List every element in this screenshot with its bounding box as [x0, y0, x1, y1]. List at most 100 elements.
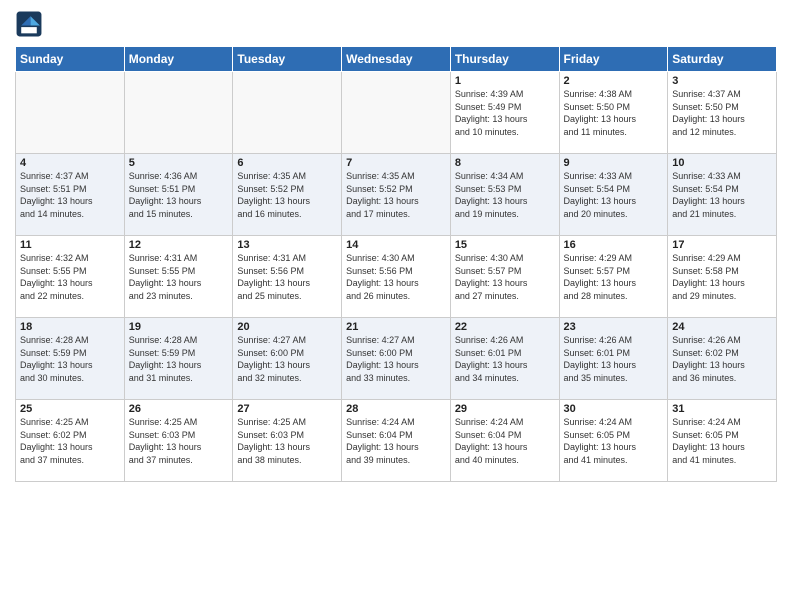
day-info: Sunrise: 4:27 AM Sunset: 6:00 PM Dayligh… — [237, 334, 337, 384]
calendar-cell: 2Sunrise: 4:38 AM Sunset: 5:50 PM Daylig… — [559, 72, 668, 154]
day-number: 7 — [346, 157, 446, 169]
day-info: Sunrise: 4:27 AM Sunset: 6:00 PM Dayligh… — [346, 334, 446, 384]
day-info: Sunrise: 4:25 AM Sunset: 6:02 PM Dayligh… — [20, 416, 120, 466]
calendar-cell: 11Sunrise: 4:32 AM Sunset: 5:55 PM Dayli… — [16, 236, 125, 318]
day-info: Sunrise: 4:33 AM Sunset: 5:54 PM Dayligh… — [672, 170, 772, 220]
day-number: 15 — [455, 239, 555, 251]
weekday-header: Tuesday — [233, 47, 342, 72]
calendar-cell: 5Sunrise: 4:36 AM Sunset: 5:51 PM Daylig… — [124, 154, 233, 236]
day-number: 5 — [129, 157, 229, 169]
day-info: Sunrise: 4:26 AM Sunset: 6:01 PM Dayligh… — [564, 334, 664, 384]
calendar-cell — [124, 72, 233, 154]
day-number: 9 — [564, 157, 664, 169]
day-number: 13 — [237, 239, 337, 251]
weekday-header: Sunday — [16, 47, 125, 72]
day-info: Sunrise: 4:26 AM Sunset: 6:02 PM Dayligh… — [672, 334, 772, 384]
day-info: Sunrise: 4:34 AM Sunset: 5:53 PM Dayligh… — [455, 170, 555, 220]
day-info: Sunrise: 4:39 AM Sunset: 5:49 PM Dayligh… — [455, 88, 555, 138]
day-info: Sunrise: 4:29 AM Sunset: 5:57 PM Dayligh… — [564, 252, 664, 302]
day-number: 20 — [237, 321, 337, 333]
calendar-cell — [233, 72, 342, 154]
logo-icon — [15, 10, 43, 38]
day-info: Sunrise: 4:31 AM Sunset: 5:56 PM Dayligh… — [237, 252, 337, 302]
calendar-cell: 10Sunrise: 4:33 AM Sunset: 5:54 PM Dayli… — [668, 154, 777, 236]
calendar-week-row: 25Sunrise: 4:25 AM Sunset: 6:02 PM Dayli… — [16, 400, 777, 482]
day-number: 30 — [564, 403, 664, 415]
calendar-cell: 28Sunrise: 4:24 AM Sunset: 6:04 PM Dayli… — [342, 400, 451, 482]
calendar-cell: 18Sunrise: 4:28 AM Sunset: 5:59 PM Dayli… — [16, 318, 125, 400]
day-number: 24 — [672, 321, 772, 333]
calendar-cell: 17Sunrise: 4:29 AM Sunset: 5:58 PM Dayli… — [668, 236, 777, 318]
day-number: 28 — [346, 403, 446, 415]
day-info: Sunrise: 4:28 AM Sunset: 5:59 PM Dayligh… — [129, 334, 229, 384]
weekday-header: Saturday — [668, 47, 777, 72]
day-info: Sunrise: 4:37 AM Sunset: 5:50 PM Dayligh… — [672, 88, 772, 138]
calendar-cell: 4Sunrise: 4:37 AM Sunset: 5:51 PM Daylig… — [16, 154, 125, 236]
day-number: 25 — [20, 403, 120, 415]
calendar-cell: 22Sunrise: 4:26 AM Sunset: 6:01 PM Dayli… — [450, 318, 559, 400]
calendar-cell — [16, 72, 125, 154]
day-number: 14 — [346, 239, 446, 251]
calendar-cell: 30Sunrise: 4:24 AM Sunset: 6:05 PM Dayli… — [559, 400, 668, 482]
day-number: 18 — [20, 321, 120, 333]
calendar: SundayMondayTuesdayWednesdayThursdayFrid… — [15, 46, 777, 482]
day-info: Sunrise: 4:24 AM Sunset: 6:05 PM Dayligh… — [672, 416, 772, 466]
calendar-cell: 26Sunrise: 4:25 AM Sunset: 6:03 PM Dayli… — [124, 400, 233, 482]
calendar-cell: 25Sunrise: 4:25 AM Sunset: 6:02 PM Dayli… — [16, 400, 125, 482]
day-number: 1 — [455, 75, 555, 87]
calendar-cell: 12Sunrise: 4:31 AM Sunset: 5:55 PM Dayli… — [124, 236, 233, 318]
calendar-week-row: 11Sunrise: 4:32 AM Sunset: 5:55 PM Dayli… — [16, 236, 777, 318]
calendar-cell: 1Sunrise: 4:39 AM Sunset: 5:49 PM Daylig… — [450, 72, 559, 154]
calendar-cell: 16Sunrise: 4:29 AM Sunset: 5:57 PM Dayli… — [559, 236, 668, 318]
day-info: Sunrise: 4:25 AM Sunset: 6:03 PM Dayligh… — [237, 416, 337, 466]
weekday-header: Monday — [124, 47, 233, 72]
calendar-cell: 31Sunrise: 4:24 AM Sunset: 6:05 PM Dayli… — [668, 400, 777, 482]
day-info: Sunrise: 4:35 AM Sunset: 5:52 PM Dayligh… — [346, 170, 446, 220]
calendar-week-row: 1Sunrise: 4:39 AM Sunset: 5:49 PM Daylig… — [16, 72, 777, 154]
calendar-cell: 23Sunrise: 4:26 AM Sunset: 6:01 PM Dayli… — [559, 318, 668, 400]
calendar-cell: 7Sunrise: 4:35 AM Sunset: 5:52 PM Daylig… — [342, 154, 451, 236]
calendar-cell: 24Sunrise: 4:26 AM Sunset: 6:02 PM Dayli… — [668, 318, 777, 400]
day-info: Sunrise: 4:37 AM Sunset: 5:51 PM Dayligh… — [20, 170, 120, 220]
day-info: Sunrise: 4:24 AM Sunset: 6:04 PM Dayligh… — [455, 416, 555, 466]
calendar-cell: 29Sunrise: 4:24 AM Sunset: 6:04 PM Dayli… — [450, 400, 559, 482]
day-info: Sunrise: 4:35 AM Sunset: 5:52 PM Dayligh… — [237, 170, 337, 220]
day-info: Sunrise: 4:30 AM Sunset: 5:56 PM Dayligh… — [346, 252, 446, 302]
day-number: 21 — [346, 321, 446, 333]
calendar-cell: 20Sunrise: 4:27 AM Sunset: 6:00 PM Dayli… — [233, 318, 342, 400]
day-number: 6 — [237, 157, 337, 169]
day-info: Sunrise: 4:33 AM Sunset: 5:54 PM Dayligh… — [564, 170, 664, 220]
day-number: 2 — [564, 75, 664, 87]
weekday-header: Thursday — [450, 47, 559, 72]
day-info: Sunrise: 4:29 AM Sunset: 5:58 PM Dayligh… — [672, 252, 772, 302]
day-number: 12 — [129, 239, 229, 251]
calendar-cell — [342, 72, 451, 154]
calendar-cell: 6Sunrise: 4:35 AM Sunset: 5:52 PM Daylig… — [233, 154, 342, 236]
page: SundayMondayTuesdayWednesdayThursdayFrid… — [0, 0, 792, 612]
calendar-cell: 14Sunrise: 4:30 AM Sunset: 5:56 PM Dayli… — [342, 236, 451, 318]
day-info: Sunrise: 4:24 AM Sunset: 6:05 PM Dayligh… — [564, 416, 664, 466]
calendar-header-row: SundayMondayTuesdayWednesdayThursdayFrid… — [16, 47, 777, 72]
calendar-cell: 3Sunrise: 4:37 AM Sunset: 5:50 PM Daylig… — [668, 72, 777, 154]
calendar-cell: 13Sunrise: 4:31 AM Sunset: 5:56 PM Dayli… — [233, 236, 342, 318]
day-number: 3 — [672, 75, 772, 87]
day-number: 16 — [564, 239, 664, 251]
day-number: 10 — [672, 157, 772, 169]
calendar-cell: 8Sunrise: 4:34 AM Sunset: 5:53 PM Daylig… — [450, 154, 559, 236]
day-info: Sunrise: 4:30 AM Sunset: 5:57 PM Dayligh… — [455, 252, 555, 302]
day-info: Sunrise: 4:32 AM Sunset: 5:55 PM Dayligh… — [20, 252, 120, 302]
logo — [15, 10, 47, 38]
day-info: Sunrise: 4:24 AM Sunset: 6:04 PM Dayligh… — [346, 416, 446, 466]
day-info: Sunrise: 4:31 AM Sunset: 5:55 PM Dayligh… — [129, 252, 229, 302]
day-number: 11 — [20, 239, 120, 251]
weekday-header: Wednesday — [342, 47, 451, 72]
day-number: 26 — [129, 403, 229, 415]
day-info: Sunrise: 4:25 AM Sunset: 6:03 PM Dayligh… — [129, 416, 229, 466]
calendar-cell: 19Sunrise: 4:28 AM Sunset: 5:59 PM Dayli… — [124, 318, 233, 400]
day-number: 31 — [672, 403, 772, 415]
calendar-cell: 9Sunrise: 4:33 AM Sunset: 5:54 PM Daylig… — [559, 154, 668, 236]
calendar-cell: 21Sunrise: 4:27 AM Sunset: 6:00 PM Dayli… — [342, 318, 451, 400]
header — [15, 10, 777, 38]
day-number: 19 — [129, 321, 229, 333]
day-number: 4 — [20, 157, 120, 169]
